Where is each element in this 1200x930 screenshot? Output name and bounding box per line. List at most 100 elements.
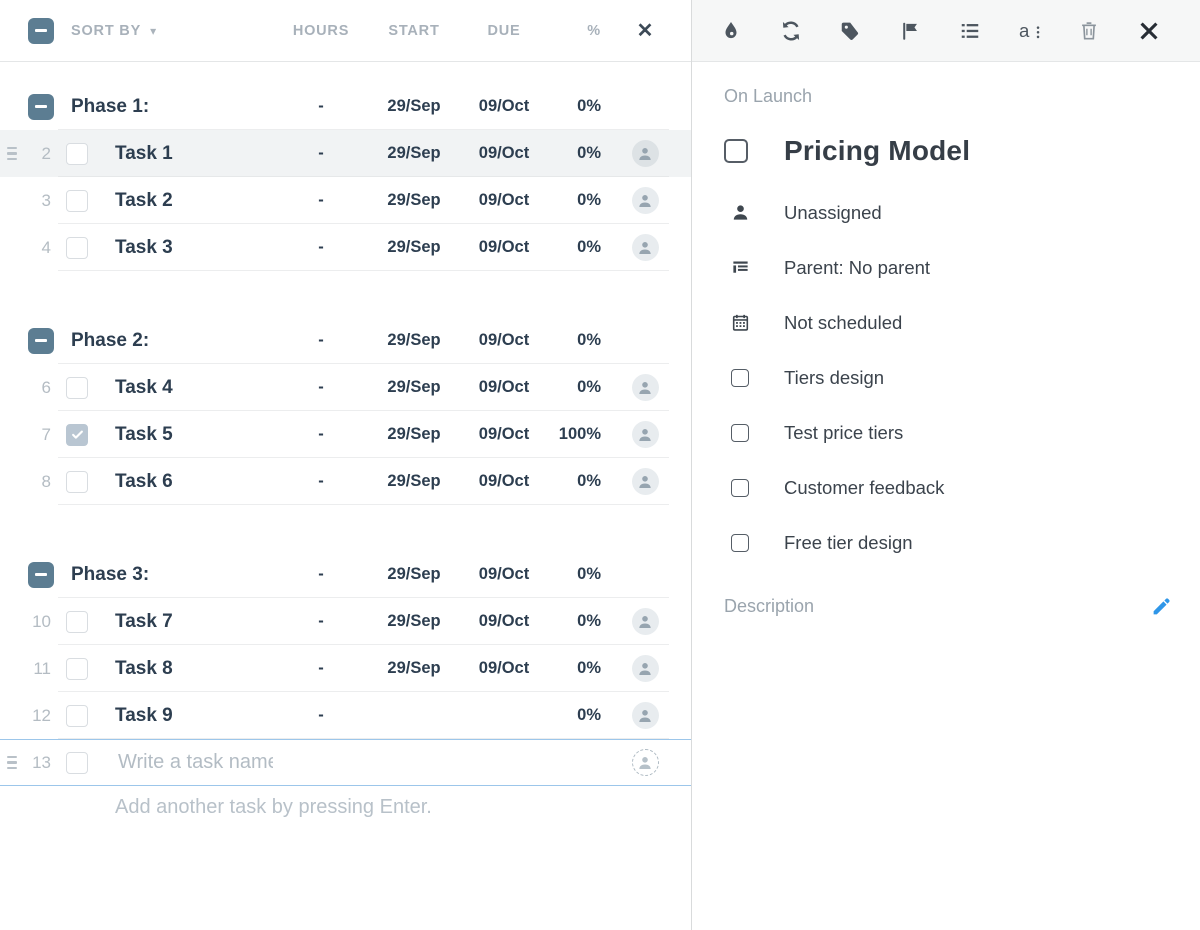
task-percent: 0% bbox=[549, 238, 615, 257]
task-checkbox[interactable] bbox=[66, 143, 88, 165]
assignee-avatar[interactable] bbox=[632, 655, 659, 682]
meta-row[interactable]: Not scheduled bbox=[724, 295, 1176, 350]
task-checkbox[interactable] bbox=[66, 658, 88, 680]
phase-name[interactable]: Phase 2: bbox=[58, 330, 273, 352]
phase-start: 29/Sep bbox=[369, 331, 459, 350]
subtask-label[interactable]: Customer feedback bbox=[784, 477, 1176, 499]
refresh-icon[interactable] bbox=[780, 20, 802, 42]
task-checkbox[interactable] bbox=[66, 705, 88, 727]
new-task-name-input[interactable]: Write a task name bbox=[96, 750, 273, 775]
task-checkbox[interactable] bbox=[66, 377, 88, 399]
assignee-avatar[interactable] bbox=[632, 702, 659, 729]
task-name[interactable]: Task 7 bbox=[96, 611, 273, 633]
phase-hours: - bbox=[273, 97, 369, 116]
task-row[interactable]: 8Task 6-29/Sep09/Oct0% bbox=[0, 458, 691, 505]
subtask-label[interactable]: Test price tiers bbox=[784, 422, 1176, 444]
task-percent: 0% bbox=[549, 612, 615, 631]
phase-due: 09/Oct bbox=[459, 331, 549, 350]
subtask-checkbox[interactable] bbox=[731, 424, 749, 442]
task-list-breadcrumb[interactable]: On Launch bbox=[724, 86, 1176, 107]
task-hours: - bbox=[273, 659, 369, 678]
task-row[interactable]: 2Task 1-29/Sep09/Oct0% bbox=[0, 130, 691, 177]
task-row[interactable]: 6Task 4-29/Sep09/Oct0% bbox=[0, 364, 691, 411]
subtask-label[interactable]: Tiers design bbox=[784, 367, 1176, 389]
task-checkbox[interactable] bbox=[66, 424, 88, 446]
phase-row[interactable]: Phase 2:-29/Sep09/Oct0% bbox=[0, 317, 691, 364]
edit-description-icon[interactable] bbox=[1151, 596, 1172, 617]
close-icon[interactable] bbox=[1138, 20, 1160, 42]
phase-row[interactable]: Phase 3:-29/Sep09/Oct0% bbox=[0, 551, 691, 598]
task-title[interactable]: Pricing Model bbox=[784, 135, 1176, 167]
task-name[interactable]: Task 2 bbox=[96, 190, 273, 212]
meta-label[interactable]: Parent: No parent bbox=[784, 257, 1176, 279]
row-number: 8 bbox=[24, 472, 58, 492]
drag-handle-icon[interactable] bbox=[0, 147, 24, 160]
drag-handle-icon[interactable] bbox=[0, 756, 24, 769]
meta-list: Unassigned Parent: No parent Not scheduled bbox=[724, 185, 1176, 350]
checklist-item[interactable]: Free tier design bbox=[724, 515, 1176, 570]
tag-icon[interactable] bbox=[839, 20, 861, 42]
task-list-body: Phase 1:-29/Sep09/Oct0%2Task 1-29/Sep09/… bbox=[0, 62, 691, 739]
task-name[interactable]: Task 4 bbox=[96, 377, 273, 399]
task-name[interactable]: Task 8 bbox=[96, 658, 273, 680]
sort-by-dropdown[interactable]: SORT BY ▾ bbox=[58, 23, 273, 39]
minus-icon bbox=[35, 573, 47, 575]
new-task-row[interactable]: 13 Write a task name bbox=[0, 739, 691, 786]
assignee-avatar[interactable] bbox=[632, 374, 659, 401]
task-row[interactable]: 10Task 7-29/Sep09/Oct0% bbox=[0, 598, 691, 645]
meta-label[interactable]: Not scheduled bbox=[784, 312, 1176, 334]
task-row[interactable]: 4Task 3-29/Sep09/Oct0% bbox=[0, 224, 691, 271]
detail-toolbar: a bbox=[692, 0, 1200, 62]
calendar-icon bbox=[731, 313, 750, 332]
subtask-checkbox[interactable] bbox=[731, 369, 749, 387]
meta-row[interactable]: Parent: No parent bbox=[724, 240, 1176, 295]
phase-name[interactable]: Phase 3: bbox=[58, 564, 273, 586]
task-checkbox[interactable] bbox=[66, 190, 88, 212]
subtask-checkbox[interactable] bbox=[731, 534, 749, 552]
phase-name[interactable]: Phase 1: bbox=[58, 96, 273, 118]
task-name[interactable]: Task 9 bbox=[96, 705, 273, 727]
assignee-avatar[interactable] bbox=[632, 608, 659, 635]
droplet-icon[interactable] bbox=[720, 20, 742, 42]
checklist-item[interactable]: Customer feedback bbox=[724, 460, 1176, 515]
task-row[interactable]: 12Task 9-0% bbox=[0, 692, 691, 739]
collapse-phase-button[interactable] bbox=[28, 328, 54, 354]
assignee-avatar[interactable] bbox=[632, 468, 659, 495]
collapse-all-button[interactable] bbox=[28, 18, 54, 44]
assignee-avatar[interactable] bbox=[632, 187, 659, 214]
collapse-phase-button[interactable] bbox=[28, 562, 54, 588]
assignee-avatar[interactable] bbox=[632, 421, 659, 448]
list-icon[interactable] bbox=[959, 20, 981, 42]
subtask-label[interactable]: Free tier design bbox=[784, 532, 1176, 554]
assignee-avatar[interactable] bbox=[632, 234, 659, 261]
text-format-icon[interactable]: a bbox=[1019, 20, 1041, 42]
task-complete-checkbox[interactable] bbox=[724, 139, 748, 163]
col-header-due: DUE bbox=[459, 23, 549, 39]
checklist-item[interactable]: Test price tiers bbox=[724, 405, 1176, 460]
trash-icon[interactable] bbox=[1078, 20, 1100, 42]
task-row[interactable]: 3Task 2-29/Sep09/Oct0% bbox=[0, 177, 691, 224]
subtask-checkbox[interactable] bbox=[731, 479, 749, 497]
meta-label[interactable]: Unassigned bbox=[784, 202, 1176, 224]
row-number: 3 bbox=[24, 191, 58, 211]
phase-due: 09/Oct bbox=[459, 565, 549, 584]
task-name[interactable]: Task 3 bbox=[96, 237, 273, 259]
task-start: 29/Sep bbox=[369, 144, 459, 163]
task-checkbox[interactable] bbox=[66, 611, 88, 633]
task-name[interactable]: Task 6 bbox=[96, 471, 273, 493]
meta-row[interactable]: Unassigned bbox=[724, 185, 1176, 240]
flag-icon[interactable] bbox=[899, 20, 921, 42]
task-checkbox[interactable] bbox=[66, 471, 88, 493]
assignee-avatar[interactable] bbox=[632, 140, 659, 167]
close-list-icon[interactable]: ✕ bbox=[615, 18, 675, 43]
new-task-checkbox[interactable] bbox=[66, 752, 88, 774]
task-row[interactable]: 11Task 8-29/Sep09/Oct0% bbox=[0, 645, 691, 692]
checklist-item[interactable]: Tiers design bbox=[724, 350, 1176, 405]
task-row[interactable]: 7Task 5-29/Sep09/Oct100% bbox=[0, 411, 691, 458]
phase-row[interactable]: Phase 1:-29/Sep09/Oct0% bbox=[0, 83, 691, 130]
task-checkbox[interactable] bbox=[66, 237, 88, 259]
task-name[interactable]: Task 5 bbox=[96, 424, 273, 446]
task-name[interactable]: Task 1 bbox=[96, 143, 273, 165]
assign-avatar-button[interactable] bbox=[632, 749, 659, 776]
collapse-phase-button[interactable] bbox=[28, 94, 54, 120]
